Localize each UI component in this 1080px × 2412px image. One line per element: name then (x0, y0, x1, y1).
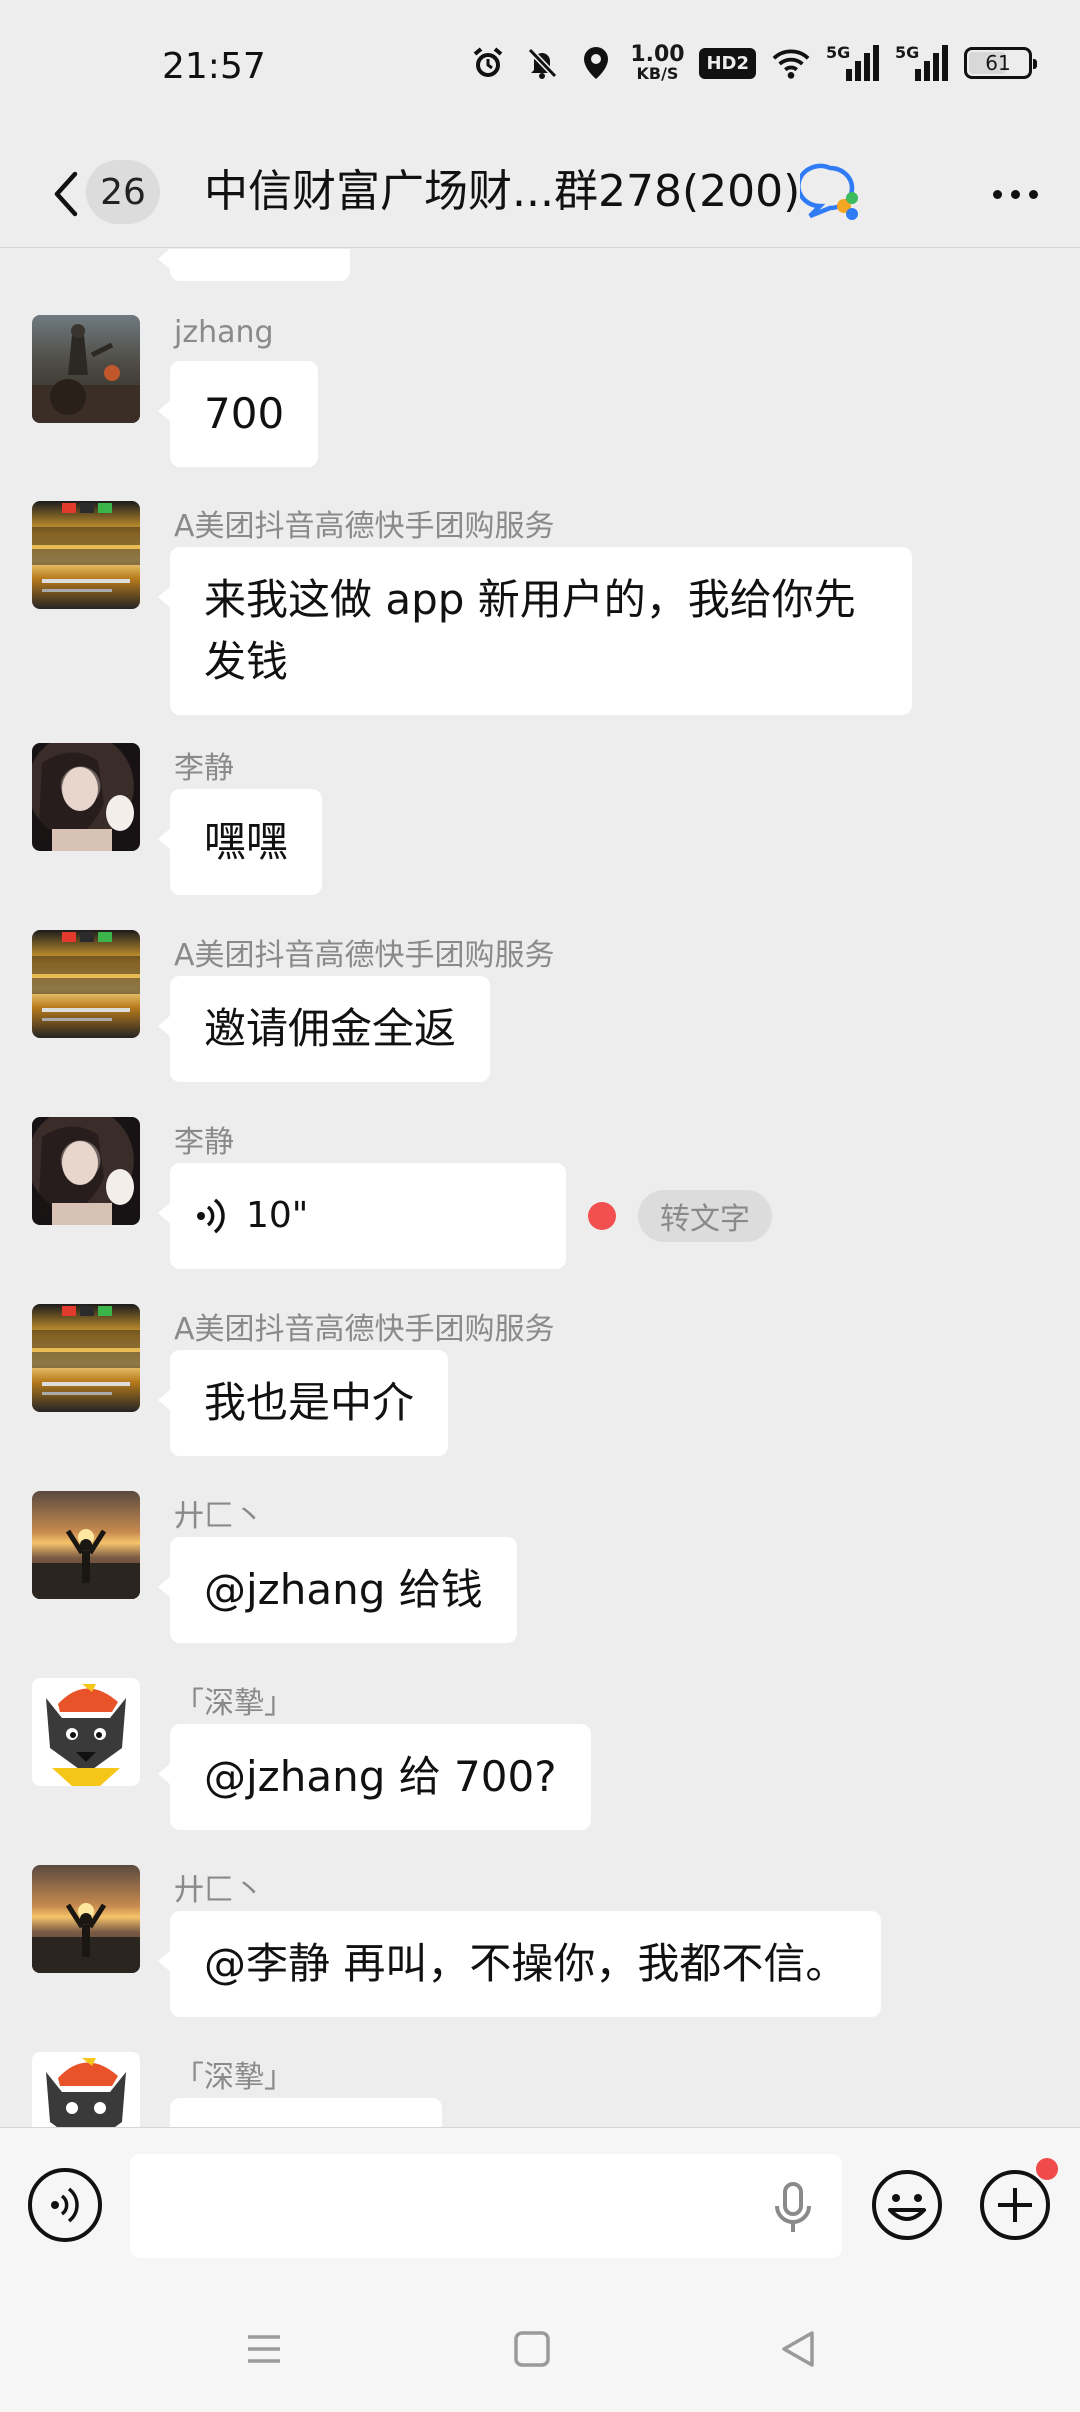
mute-icon (523, 44, 561, 82)
message-text-line: 来我这做 app 新用户的，我给你先 (204, 575, 856, 624)
battery-icon: 61 (964, 47, 1037, 79)
notification-dot (1036, 2158, 1058, 2180)
message-text-line: 发钱 (204, 637, 289, 686)
avatar[interactable] (32, 1117, 140, 1225)
unread-count-badge[interactable]: 26 (86, 160, 160, 224)
message-bubble[interactable]: @jzhang 给 700? (158, 1724, 591, 1830)
home-icon (514, 2331, 550, 2367)
chat-header: 26 中信财富广场财...群278(200) (0, 140, 1080, 248)
avatar[interactable] (32, 930, 140, 1038)
convert-to-text-button[interactable]: 转文字 (638, 1190, 772, 1242)
avatar[interactable] (32, 743, 140, 851)
wifi-icon (772, 44, 810, 82)
chat-title: 中信财富广场财...群278(200) (204, 166, 801, 217)
message-bubble[interactable] (170, 2098, 442, 2127)
sender-name: A美团抖音高德快手团购服务 (174, 938, 555, 973)
avatar[interactable] (32, 1678, 140, 1786)
message-input[interactable] (130, 2154, 842, 2258)
sender-name: 「深摯」 (174, 1686, 294, 1721)
emoji-icon (872, 2170, 942, 2240)
sender-name: 「深摯」 (174, 2060, 294, 2095)
home-button[interactable] (502, 2321, 562, 2377)
avatar[interactable] (32, 315, 140, 423)
chevron-left-icon (54, 171, 78, 217)
voice-wave-icon (51, 2187, 79, 2223)
status-time: 21:57 (162, 46, 266, 87)
voice-duration: 10" (246, 1195, 309, 1236)
hd-voice-icon: HD2 (699, 47, 756, 79)
message-bubble[interactable]: @jzhang 给钱 (158, 1537, 517, 1643)
voice-input-button[interactable] (28, 2168, 102, 2242)
avatar[interactable] (32, 1865, 140, 1973)
more-functions-button[interactable] (978, 2168, 1052, 2242)
menu-icon (248, 2335, 280, 2363)
triangle-back-icon (782, 2331, 814, 2367)
back-nav-button[interactable] (768, 2321, 828, 2377)
more-icon (992, 189, 1002, 199)
signal-sim1-icon: 5G (826, 43, 879, 81)
status-bar: 21:57 1.00 KB/S HD2 5G 5G 61 (0, 0, 1080, 140)
sender-name: 李静 (174, 1125, 234, 1160)
message-bubble[interactable]: 我也是中介 (157, 1350, 449, 1456)
sender-name: 廾匚丶 (174, 1873, 264, 1908)
sender-name: jzhang (174, 315, 274, 350)
group-chat-icon (796, 162, 862, 224)
alarm-icon (469, 44, 507, 82)
voice-wave-icon (197, 1198, 225, 1234)
input-bar (0, 2127, 1080, 2281)
microphone-icon[interactable] (770, 2180, 816, 2236)
menu-button[interactable] (234, 2321, 294, 2377)
status-icons: 1.00 KB/S HD2 5G 5G 61 (469, 42, 1037, 83)
sender-name: A美团抖音高德快手团购服务 (174, 509, 555, 544)
avatar[interactable] (32, 1491, 140, 1599)
message-bubble[interactable] (158, 249, 350, 281)
message-bubble[interactable]: 邀请佣金全返 (157, 976, 491, 1082)
avatar[interactable] (32, 1304, 140, 1412)
signal-sim2-icon: 5G (895, 43, 948, 81)
net-speed: 1.00 KB/S (630, 42, 685, 83)
system-navigation-bar (0, 2281, 1080, 2412)
avatar[interactable] (32, 501, 140, 609)
sender-name: 廾匚丶 (174, 1499, 264, 1534)
battery-level: 61 (985, 51, 1011, 75)
voice-message-bubble[interactable]: 10" (158, 1163, 566, 1269)
avatar[interactable] (32, 2052, 140, 2127)
message-bubble[interactable]: @李静 再叫，不操你，我都不信。 (157, 1911, 882, 2017)
location-icon (577, 44, 615, 82)
message-bubble[interactable]: 700 (157, 361, 319, 467)
plus-icon (980, 2170, 1050, 2240)
sender-name: 李静 (174, 751, 234, 786)
more-button[interactable] (980, 162, 1050, 226)
message-bubble[interactable]: 嘿嘿 (157, 789, 323, 895)
unplayed-dot (588, 1202, 616, 1230)
message-bubble[interactable]: 来我这做 app 新用户的，我给你先 发钱 (158, 547, 912, 715)
sender-name: A美团抖音高德快手团购服务 (174, 1312, 555, 1347)
message-list[interactable]: jzhang 700 A美团抖音高德快手团购服务 来我这做 app 新用户的，我… (0, 249, 1080, 2127)
emoji-button[interactable] (870, 2168, 944, 2242)
